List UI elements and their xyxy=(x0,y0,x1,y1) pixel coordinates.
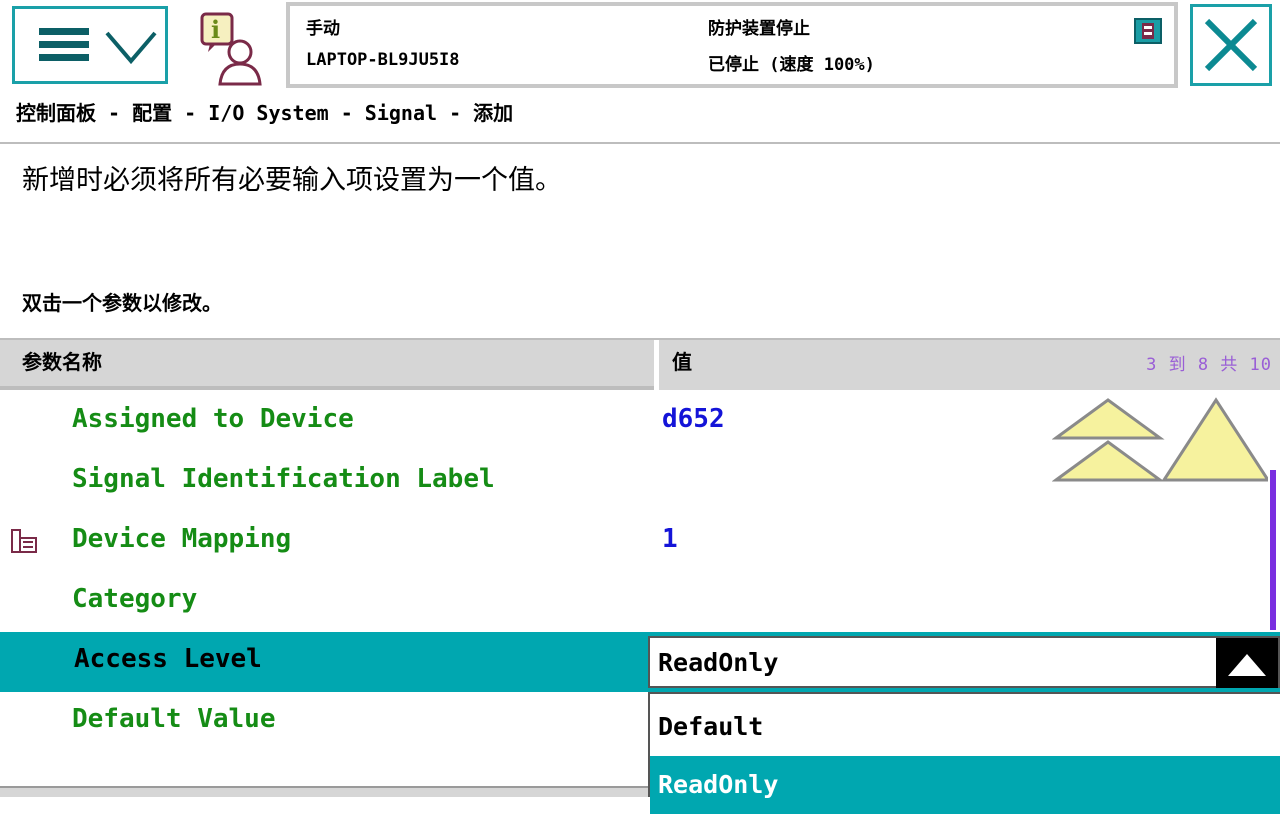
close-button[interactable] xyxy=(1190,4,1272,86)
chevron-down-icon xyxy=(105,31,157,65)
param-name: Default Value xyxy=(72,704,276,734)
dropdown-toggle-button[interactable] xyxy=(1216,638,1278,688)
param-name: Access Level xyxy=(74,644,262,674)
param-value: 1 xyxy=(662,524,678,554)
dropdown-option[interactable]: Default xyxy=(650,698,1280,756)
table-row[interactable]: Category xyxy=(0,572,1280,632)
param-name: Assigned to Device xyxy=(72,404,354,434)
close-icon xyxy=(1204,18,1258,72)
status-panel[interactable]: 手动 LAPTOP-BL9JU5I8 防护装置停止 已停止 (速度 100%) xyxy=(286,2,1178,88)
breadcrumb: 控制面板 - 配置 - I/O System - Signal - 添加 xyxy=(16,101,514,125)
header-underline xyxy=(0,386,654,390)
info-user-icon[interactable]: i xyxy=(192,8,272,88)
dropdown-option-selected[interactable]: ReadOnly xyxy=(650,756,1280,814)
option-label: ReadOnly xyxy=(658,770,779,799)
hint-text: 双击一个参数以修改。 xyxy=(22,291,222,315)
param-value: d652 xyxy=(662,404,725,434)
scrollbar-thumb[interactable] xyxy=(1270,470,1276,630)
operating-mode: 手动 xyxy=(306,19,340,39)
option-label: Default xyxy=(658,712,764,741)
safety-status: 防护装置停止 xyxy=(708,19,810,39)
bottom-bar xyxy=(0,786,648,797)
scroll-buttons xyxy=(1052,397,1271,482)
controller-name: LAPTOP-BL9JU5I8 xyxy=(306,50,460,70)
column-header-value: 值 xyxy=(672,350,692,374)
dropdown-up-icon xyxy=(1228,654,1266,676)
device-mapping-icon xyxy=(11,529,37,553)
dropdown-list: Default ReadOnly xyxy=(648,692,1280,814)
divider xyxy=(0,142,1280,144)
run-state: 已停止 (速度 100%) xyxy=(708,55,875,75)
column-divider xyxy=(654,340,659,392)
main-menu-button[interactable] xyxy=(12,6,168,84)
param-name: Signal Identification Label xyxy=(72,464,495,494)
param-name: Category xyxy=(72,584,198,614)
column-header-name: 参数名称 xyxy=(22,350,102,374)
instruction-text: 新增时必须将所有必要输入项设置为一个值。 xyxy=(22,165,562,196)
page-up-icon[interactable] xyxy=(1161,397,1271,482)
menu-icon xyxy=(39,28,89,67)
table-header: 参数名称 值 3 到 8 共 10 xyxy=(0,338,1280,392)
top-bar: i 手动 LAPTOP-BL9JU5I8 防护装置停止 已停止 (速度 100%… xyxy=(0,0,1280,92)
page-indicator: 3 到 8 共 10 xyxy=(1146,355,1272,375)
select-value: ReadOnly xyxy=(658,648,779,677)
stop-indicator-icon xyxy=(1134,18,1162,44)
param-name: Device Mapping xyxy=(72,524,292,554)
scroll-up-icon[interactable] xyxy=(1052,398,1165,482)
table-row[interactable]: Device Mapping 1 xyxy=(0,512,1280,572)
access-level-select[interactable]: ReadOnly xyxy=(648,636,1280,688)
svg-text:i: i xyxy=(211,15,220,44)
